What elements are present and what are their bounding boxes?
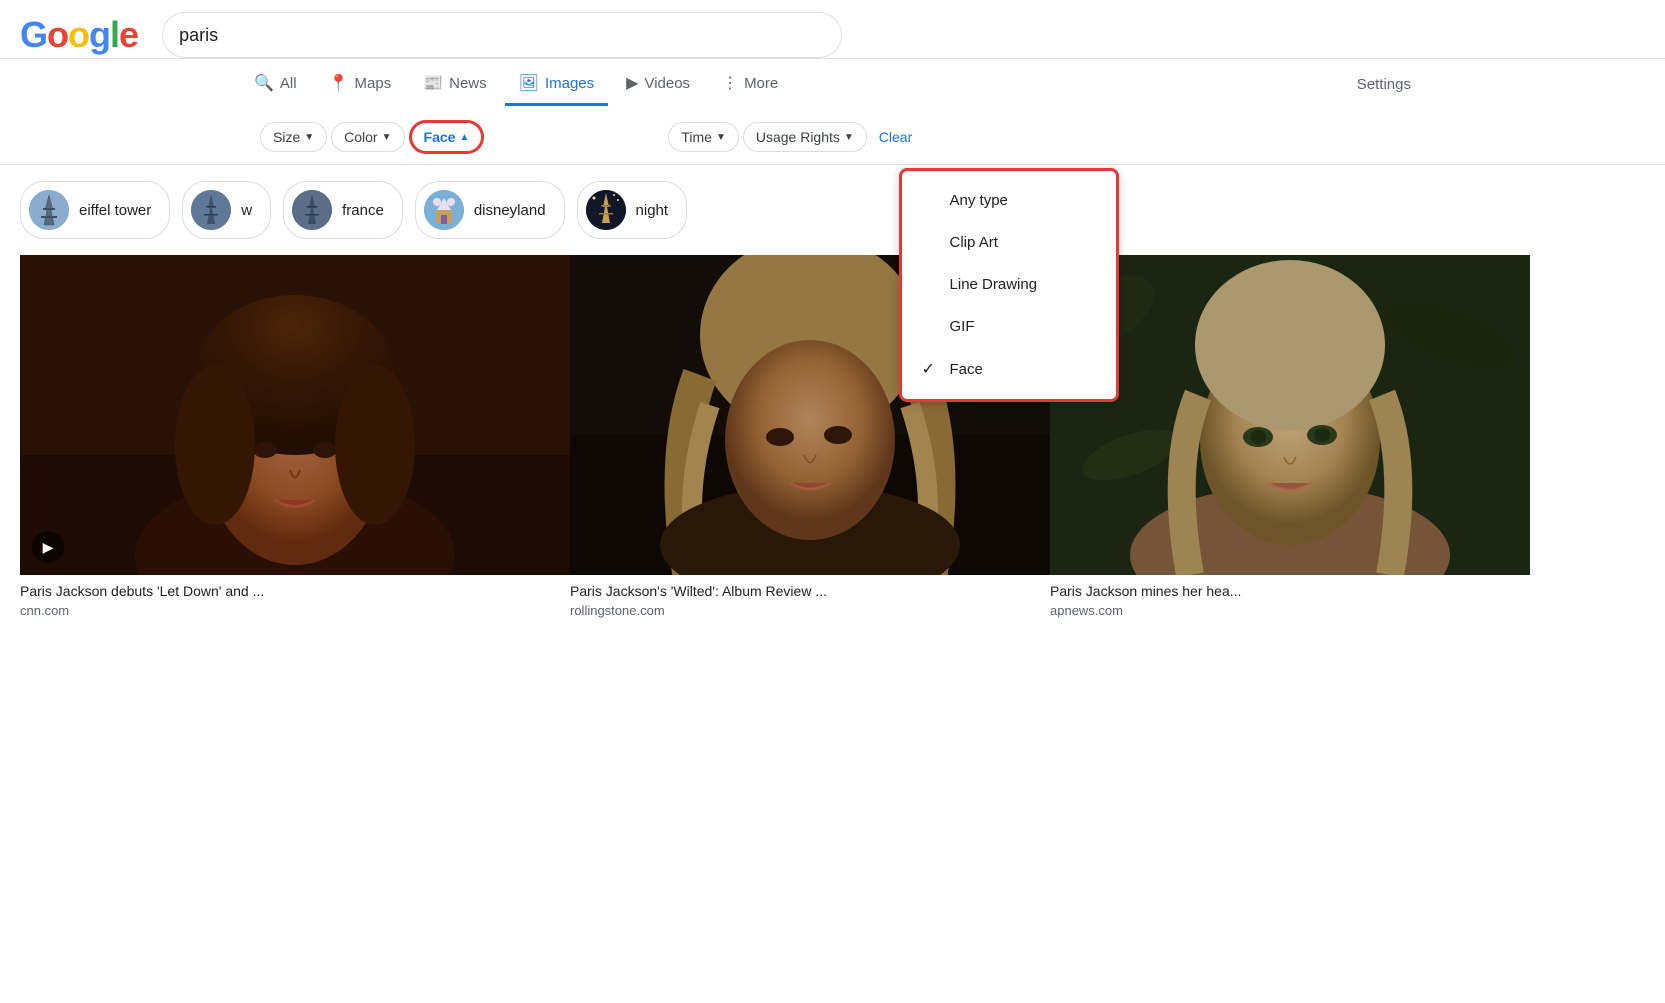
face-label: Face [424, 129, 456, 145]
image-1: ▶ [20, 255, 570, 575]
chip-eiffel-tower[interactable]: eiffel tower [20, 181, 170, 239]
any-type-label: Any type [950, 192, 1008, 209]
chip-france[interactable]: france [283, 181, 403, 239]
time-label: Time [681, 129, 712, 145]
tab-images-label: Images [545, 75, 594, 92]
image-source-3: apnews.com [1050, 603, 1530, 618]
play-button-1[interactable]: ▶ [32, 531, 64, 563]
clip-art-checkmark [922, 233, 938, 251]
gif-checkmark [922, 317, 938, 335]
chip-avatar-disney [424, 190, 464, 230]
color-arrow-icon: ▼ [382, 132, 392, 143]
logo-letter-o1: o [47, 14, 68, 55]
size-filter[interactable]: Size ▼ [260, 122, 327, 152]
line-drawing-label: Line Drawing [950, 276, 1038, 293]
images-grid: ▶ Paris Jackson debuts 'Let Down' and ..… [0, 255, 1665, 618]
face-dropdown-menu: Any type Clip Art Line Drawing GIF ✓ Fac… [899, 168, 1119, 402]
chips-row: eiffel tower w france [0, 165, 1665, 255]
tab-images[interactable]: 🖼 Images [505, 63, 609, 106]
usage-rights-label: Usage Rights [756, 129, 840, 145]
image-card-3[interactable]: Paris Jackson mines her hea... apnews.co… [1050, 255, 1530, 618]
tab-all[interactable]: 🔍 All [240, 63, 311, 106]
color-filter[interactable]: Color ▼ [331, 122, 404, 152]
image-caption-2: Paris Jackson's 'Wilted': Album Review .… [570, 575, 1050, 603]
size-label: Size [273, 129, 300, 145]
color-label: Color [344, 129, 377, 145]
tab-more-label: More [744, 75, 778, 92]
tab-news[interactable]: 📰 News [409, 63, 500, 106]
tab-maps-label: Maps [355, 75, 392, 92]
tab-more[interactable]: ⋮ More [708, 63, 792, 106]
time-arrow-icon: ▼ [716, 132, 726, 143]
line-drawing-checkmark [922, 275, 938, 293]
logo-letter-e: e [119, 14, 138, 55]
face-filter[interactable]: Face ▲ [409, 120, 485, 154]
chip-france-label: france [342, 202, 384, 219]
logo-letter-g2: g [89, 14, 110, 55]
chip-disneyland-label: disneyland [474, 202, 546, 219]
usage-rights-arrow-icon: ▼ [844, 132, 854, 143]
gif-label: GIF [950, 318, 975, 335]
size-arrow-icon: ▼ [304, 132, 314, 143]
clear-button[interactable]: Clear [871, 123, 920, 151]
chip-w[interactable]: w [182, 181, 271, 239]
image-3 [1050, 255, 1530, 575]
search-input[interactable] [162, 12, 842, 58]
image-source-2: rollingstone.com [570, 603, 1050, 618]
tab-all-label: All [280, 75, 297, 92]
logo-letter-g: G [20, 14, 47, 55]
dropdown-item-clip-art[interactable]: Clip Art [902, 221, 1116, 263]
chip-avatar-night [586, 190, 626, 230]
usage-rights-filter[interactable]: Usage Rights ▼ [743, 122, 867, 152]
clip-art-label: Clip Art [950, 234, 998, 251]
tab-news-label: News [449, 75, 487, 92]
nav-tabs: 🔍 All 📍 Maps 📰 News 🖼 Images ▶ Videos ⋮ … [0, 59, 1665, 110]
search-bar-container [162, 12, 842, 58]
chip-avatar-eiffel [29, 190, 69, 230]
chip-night[interactable]: night [577, 181, 688, 239]
images-icon: 🖼 [519, 73, 539, 93]
face-option-label: Face [950, 361, 983, 378]
face-dropdown: Any type Clip Art Line Drawing GIF ✓ Fac… [899, 168, 1119, 402]
tab-videos[interactable]: ▶ Videos [612, 63, 704, 106]
more-dots-icon: ⋮ [722, 73, 738, 93]
chip-eiffel-tower-label: eiffel tower [79, 202, 151, 219]
tab-videos-label: Videos [644, 75, 690, 92]
face-arrow-icon: ▲ [459, 132, 469, 143]
settings-link[interactable]: Settings [1343, 66, 1425, 103]
image-caption-1: Paris Jackson debuts 'Let Down' and ... [20, 575, 570, 603]
chip-avatar-paris [191, 190, 231, 230]
any-type-checkmark [922, 191, 938, 209]
chip-w-label: w [241, 202, 252, 219]
image-card-1[interactable]: ▶ Paris Jackson debuts 'Let Down' and ..… [20, 255, 570, 618]
dropdown-item-any-type[interactable]: Any type [902, 179, 1116, 221]
tab-maps[interactable]: 📍 Maps [315, 63, 406, 106]
dropdown-item-face[interactable]: ✓ Face [902, 347, 1116, 391]
news-icon: 📰 [423, 73, 443, 93]
chip-avatar-france [292, 190, 332, 230]
filter-bar: Size ▼ Color ▼ Face ▲ Any type Clip Art [0, 110, 1665, 165]
videos-icon: ▶ [626, 73, 638, 93]
search-icon: 🔍 [254, 73, 274, 93]
header: Google [0, 0, 1665, 59]
face-filter-wrapper: Face ▲ Any type Clip Art Line Drawing [409, 120, 485, 154]
image-caption-3: Paris Jackson mines her hea... [1050, 575, 1530, 603]
face-checkmark: ✓ [922, 359, 938, 379]
logo-letter-l: l [110, 14, 119, 55]
image-source-1: cnn.com [20, 603, 570, 618]
dropdown-item-line-drawing[interactable]: Line Drawing [902, 263, 1116, 305]
chip-night-label: night [636, 202, 669, 219]
chip-disneyland[interactable]: disneyland [415, 181, 565, 239]
logo-letter-o2: o [68, 14, 89, 55]
google-logo[interactable]: Google [20, 14, 138, 56]
time-filter[interactable]: Time ▼ [668, 122, 739, 152]
dropdown-item-gif[interactable]: GIF [902, 305, 1116, 347]
maps-icon: 📍 [329, 73, 349, 93]
